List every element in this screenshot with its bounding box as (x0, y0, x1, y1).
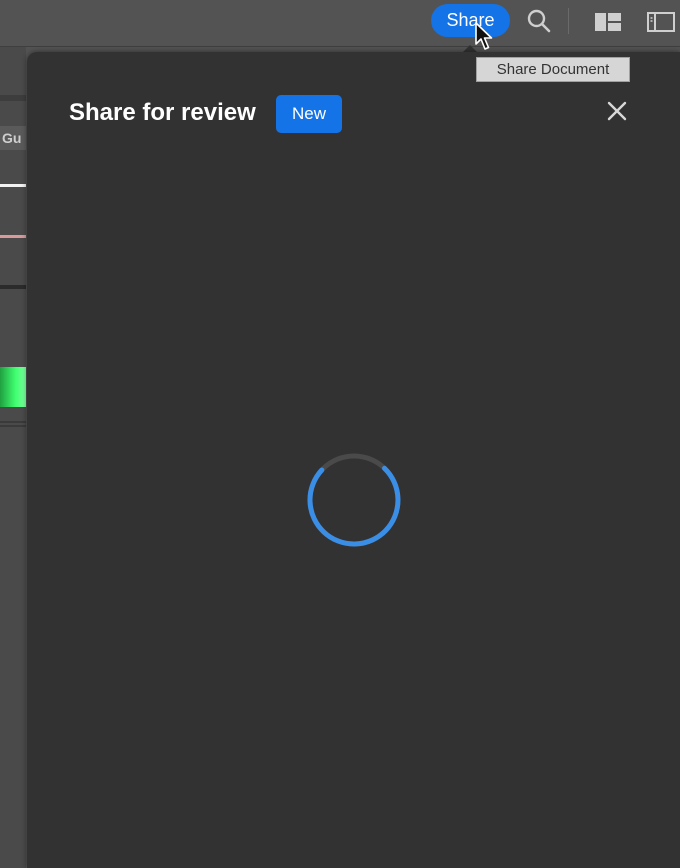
panel-separator (0, 95, 26, 101)
cursor-arrow-icon (475, 22, 493, 50)
panel-pink-line (0, 235, 26, 238)
underlying-panel-strip (0, 47, 26, 868)
share-for-review-dialog: Share for review New (27, 52, 680, 868)
dialog-title: Share for review (69, 99, 256, 126)
panel-toggle-icon[interactable] (647, 12, 675, 32)
new-badge: New (276, 95, 342, 133)
panel-separator (0, 421, 26, 423)
panel-separator (0, 425, 26, 427)
spinner-icon (307, 453, 401, 547)
panel-separator (0, 285, 26, 289)
app-toolbar: Share (0, 0, 680, 47)
arrange-documents-icon[interactable] (594, 12, 622, 32)
close-icon[interactable] (607, 101, 627, 121)
share-button[interactable]: Share (431, 4, 510, 37)
share-document-tooltip: Share Document (476, 57, 630, 82)
panel-white-line (0, 184, 26, 187)
panel-tab-gu[interactable]: Gu (0, 126, 26, 150)
color-gradient-swatch[interactable] (0, 367, 26, 407)
search-icon[interactable] (526, 8, 552, 34)
toolbar-divider (568, 8, 569, 34)
